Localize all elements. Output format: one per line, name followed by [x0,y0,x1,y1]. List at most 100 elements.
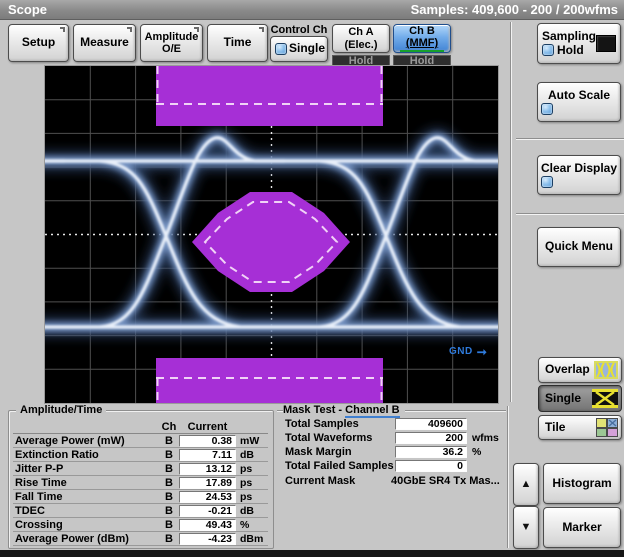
row-value: 49.43 [179,518,236,531]
mask-test-row: Total Failed Samples 0 [283,460,506,474]
led-indicator-icon [275,43,287,55]
current-mask-value: 40GbE SR4 Tx Mas... [391,475,500,487]
row-unit: wfms [472,432,499,444]
row-channel: B [165,490,173,503]
row-value: -0.21 [179,504,236,517]
measurement-row: TDEC B -0.21 dB [13,504,268,518]
histogram-label: Histogram [552,475,612,490]
measurement-row: Fall Time B 24.53 ps [13,490,268,504]
row-label: Total Samples [285,418,359,430]
control-ch-single-button[interactable]: Single [270,36,328,62]
row-name: Fall Time [15,490,63,503]
tile-grid-icon [596,418,618,437]
amplitude-time-title: Amplitude/Time [16,404,107,416]
overlap-view-button[interactable]: Overlap [538,357,622,383]
row-value: 0 [395,460,467,472]
tile-view-button[interactable]: Tile [538,415,622,440]
scroll-up-button[interactable]: ▲ [513,463,539,506]
row-channel: B [165,532,173,545]
divider [516,213,624,215]
channel-a-name: Ch A [348,26,374,39]
scroll-down-button[interactable]: ▼ [513,506,539,549]
setup-button[interactable]: Setup [8,24,69,62]
led-indicator-icon [541,176,553,189]
time-button-label: Time [223,35,252,50]
column-header-ch: Ch [161,420,177,433]
row-channel: B [165,434,173,447]
mask-test-panel: Mask Test - Channel B Total Samples 4096… [277,404,506,550]
channel-b-link[interactable]: Channel B [345,404,400,418]
row-value: 36.2 [395,446,467,458]
row-channel: B [165,448,173,461]
channel-b-type: (MMF) [405,37,439,50]
row-channel: B [165,518,173,531]
row-value: 409600 [395,418,467,430]
eye-overlap-icon [594,361,618,379]
row-unit: ps [240,462,253,475]
submenu-corner-icon [194,27,199,32]
quick-menu-label: Quick Menu [544,239,613,254]
title-bar: Scope Samples: 409,600 - 200 / 200wfms [0,0,624,20]
single-view-button[interactable]: Single [538,385,622,412]
row-name: Rise Time [15,476,67,489]
row-value: 7.11 [179,448,236,461]
overlap-label: Overlap [545,362,590,377]
samples-counter: Samples: 409,600 - 200 / 200wfms [410,2,618,17]
row-name: Jitter P-P [15,462,64,475]
sampling-status-box [596,35,617,52]
control-ch-label: Control Ch [270,24,328,36]
row-channel: B [165,504,173,517]
measurement-row: Crossing B 49.43 % [13,518,268,532]
row-unit: dBm [240,532,264,545]
app-title: Scope [8,2,48,17]
channel-a-type: (Elec.) [344,38,378,51]
channel-b-active-underline [400,50,444,52]
led-indicator-icon [542,44,554,57]
row-unit: ps [240,476,253,489]
measurement-row: Jitter P-P B 13.12 ps [13,462,268,476]
row-unit: dB [240,504,254,517]
led-indicator-icon [541,103,553,116]
amplitude-time-panel: Amplitude/Time Ch Current Average Power … [8,404,274,549]
measure-button[interactable]: Measure [73,24,136,62]
auto-scale-button[interactable]: Auto Scale [537,82,621,122]
marker-label: Marker [562,519,602,534]
control-ch-single-label: Single [289,41,326,56]
bottom-bar [0,550,624,557]
current-mask-row: Current Mask 40GbE SR4 Tx Mas... [283,475,506,489]
marker-button[interactable]: Marker [543,507,621,548]
channel-b-button[interactable]: Ch B (MMF) [393,24,451,53]
row-name: Average Power (dBm) [15,532,129,545]
eye-diagram [0,66,498,403]
tile-label: Tile [545,419,566,434]
sampling-hold-button[interactable]: Sampling Hold [537,23,621,64]
row-unit: mW [240,434,260,447]
time-button[interactable]: Time [207,24,268,62]
up-arrow-icon: ▲ [520,478,532,491]
row-value: 24.53 [179,490,236,503]
measure-button-label: Measure [80,35,129,50]
row-name: Average Power (mW) [15,434,125,447]
row-name: Crossing [15,518,63,531]
submenu-corner-icon [127,27,132,32]
sampling-label-line2: Hold [557,42,584,57]
amplitude-oe-button[interactable]: Amplitude O/E [140,24,203,62]
auto-scale-label: Auto Scale [547,87,610,102]
amplitude-oe-button-label: Amplitude O/E [144,30,199,55]
quick-menu-button[interactable]: Quick Menu [537,227,621,267]
waveform-display: GND ➞ [0,65,499,404]
setup-button-label: Setup [21,35,56,50]
channel-a-button[interactable]: Ch A (Elec.) [332,24,390,53]
histogram-button[interactable]: Histogram [543,463,621,504]
row-name: Extinction Ratio [15,448,99,461]
single-view-label: Single [545,390,582,405]
clear-display-button[interactable]: Clear Display [537,155,621,195]
row-label: Total Waveforms [285,432,373,444]
gnd-marker: GND ➞ [449,346,487,358]
current-mask-label: Current Mask [285,475,356,487]
mask-test-row: Total Waveforms 200 wfms [283,432,506,446]
sampling-label-line1: Sampling [542,28,597,43]
row-value: -4.23 [179,532,236,545]
row-unit: dB [240,448,254,461]
mask-test-row: Total Samples 409600 [283,418,506,432]
